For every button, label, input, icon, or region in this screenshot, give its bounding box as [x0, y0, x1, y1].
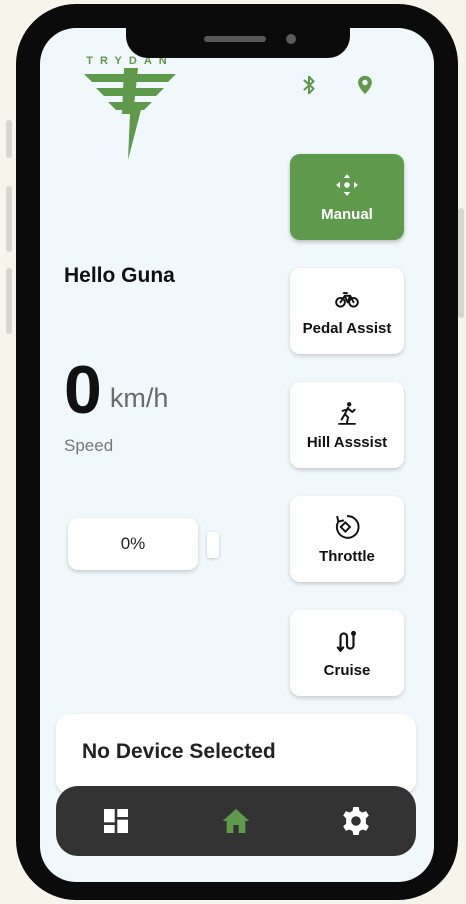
device-status-text: No Device Selected	[82, 740, 276, 763]
phone-volume-up	[6, 186, 12, 252]
dashboard-icon	[104, 809, 128, 833]
trydan-logo: TRYDAN	[80, 50, 180, 162]
mode-label-throttle: Throttle	[319, 547, 375, 565]
bluetooth-icon[interactable]	[298, 73, 320, 97]
bicycle-icon	[335, 291, 359, 308]
mode-button-pedal-assist[interactable]: Pedal Assist	[290, 268, 404, 354]
device-card[interactable]: No Device Selected	[56, 714, 416, 794]
settings-icon	[343, 807, 369, 835]
move-arrows-icon	[336, 173, 358, 196]
mode-button-throttle[interactable]: Throttle	[290, 496, 404, 582]
mode-label-pedal-assist: Pedal Assist	[302, 319, 392, 337]
phone-volume-down	[6, 268, 12, 334]
mode-button-cruise[interactable]: Cruise	[290, 610, 404, 696]
mode-label-cruise: Cruise	[323, 661, 371, 679]
speed-label: Speed	[64, 436, 114, 455]
location-pin-icon[interactable]	[354, 73, 376, 97]
trydan-logo-mark: TRYDAN	[84, 55, 176, 160]
bottom-navigation	[56, 786, 416, 856]
mode-label-hill-assist: Hill Asssist	[306, 433, 388, 451]
nav-dashboard-button[interactable]	[96, 801, 136, 841]
speed-unit: km/h	[109, 383, 169, 413]
throttle-icon	[335, 514, 360, 539]
greeting-text: Hello Guna	[64, 264, 175, 287]
app-screen: TRYDAN Hello Guna 0km/h Speed 0% Manual	[40, 28, 434, 882]
front-camera	[286, 34, 296, 44]
mode-button-manual[interactable]: Manual	[290, 154, 404, 240]
speed-readout: 0 km/h	[64, 354, 168, 426]
speed-value: 0	[64, 352, 102, 428]
nav-settings-button[interactable]	[336, 801, 376, 841]
battery-terminal	[207, 532, 219, 558]
mode-button-hill-assist[interactable]: Hill Asssist	[290, 382, 404, 468]
mode-label-manual: Manual	[321, 205, 373, 223]
hiker-icon	[338, 401, 356, 425]
battery-percentage: 0%	[120, 534, 146, 553]
home-icon	[222, 809, 250, 833]
phone-power-button	[458, 208, 464, 318]
phone-mute-switch	[6, 120, 12, 158]
battery-indicator: 0%	[68, 518, 198, 570]
phone-notch	[126, 26, 350, 58]
earpiece-speaker	[204, 36, 266, 42]
route-icon	[336, 630, 356, 652]
nav-home-button[interactable]	[216, 801, 256, 841]
